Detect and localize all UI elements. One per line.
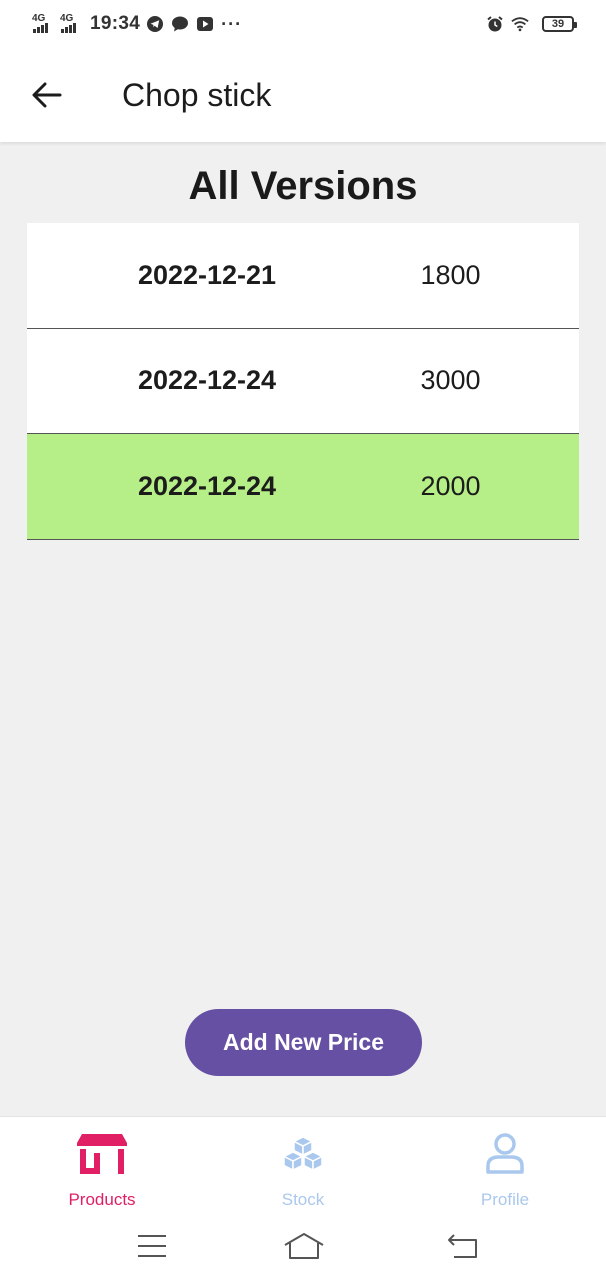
bottom-navigation: Products Stock Profile bbox=[0, 1116, 606, 1218]
status-bar-left: 4G 4G 19:34 ··· bbox=[32, 12, 242, 36]
nav-item-profile[interactable]: Profile bbox=[425, 1117, 585, 1219]
arrow-left-icon bbox=[32, 82, 62, 108]
store-icon bbox=[77, 1134, 127, 1174]
app-bar: Chop stick bbox=[0, 48, 606, 142]
signal-sim2-icon: 4G bbox=[60, 14, 82, 34]
back-button[interactable] bbox=[24, 72, 70, 118]
alarm-icon bbox=[486, 15, 504, 33]
status-time: 19:34 bbox=[90, 13, 141, 34]
signal-sim1-icon: 4G bbox=[32, 14, 54, 34]
status-bar-right: 39 bbox=[486, 12, 577, 36]
nav-label-profile: Profile bbox=[480, 1190, 530, 1209]
telegram-icon bbox=[146, 15, 164, 33]
system-back-button[interactable] bbox=[440, 1228, 484, 1264]
section-title: All Versions bbox=[188, 164, 418, 208]
home-icon bbox=[284, 1233, 324, 1259]
nav-label-stock: Stock bbox=[281, 1190, 325, 1209]
system-nav-bar bbox=[0, 1218, 606, 1280]
system-home-button[interactable] bbox=[282, 1228, 326, 1264]
add-new-price-button[interactable]: Add New Price bbox=[185, 1009, 422, 1076]
youtube-icon bbox=[196, 15, 214, 33]
version-row-current[interactable]: 2022-12-24 2000 bbox=[27, 434, 579, 540]
battery-level: 39 bbox=[551, 18, 565, 30]
page-title: Chop stick bbox=[122, 77, 272, 113]
person-icon bbox=[486, 1133, 524, 1174]
version-row[interactable]: 2022-12-21 1800 bbox=[27, 223, 579, 329]
battery-icon: 39 bbox=[542, 16, 577, 32]
version-row[interactable]: 2022-12-24 3000 bbox=[27, 328, 579, 434]
wifi-icon bbox=[511, 15, 529, 33]
nav-label-products: Products bbox=[68, 1190, 136, 1209]
version-date: 2022-12-24 bbox=[137, 365, 277, 396]
version-price: 1800 bbox=[420, 259, 481, 290]
more-dots-icon: ··· bbox=[221, 14, 243, 34]
version-price: 3000 bbox=[420, 365, 481, 396]
system-menu-button[interactable] bbox=[130, 1228, 174, 1264]
nav-item-stock[interactable]: Stock bbox=[223, 1117, 383, 1219]
message-icon bbox=[171, 15, 189, 33]
versions-table: 2022-12-21 1800 2022-12-24 3000 2022-12-… bbox=[27, 223, 579, 540]
version-date: 2022-12-21 bbox=[137, 259, 277, 290]
status-bar: 4G 4G 19:34 ··· 39 bbox=[0, 0, 606, 48]
nav-item-products[interactable]: Products bbox=[22, 1117, 182, 1219]
back-icon bbox=[448, 1234, 477, 1258]
menu-icon bbox=[138, 1235, 166, 1257]
version-price: 2000 bbox=[420, 470, 481, 501]
version-date: 2022-12-24 bbox=[137, 470, 277, 501]
boxes-icon bbox=[283, 1136, 323, 1171]
